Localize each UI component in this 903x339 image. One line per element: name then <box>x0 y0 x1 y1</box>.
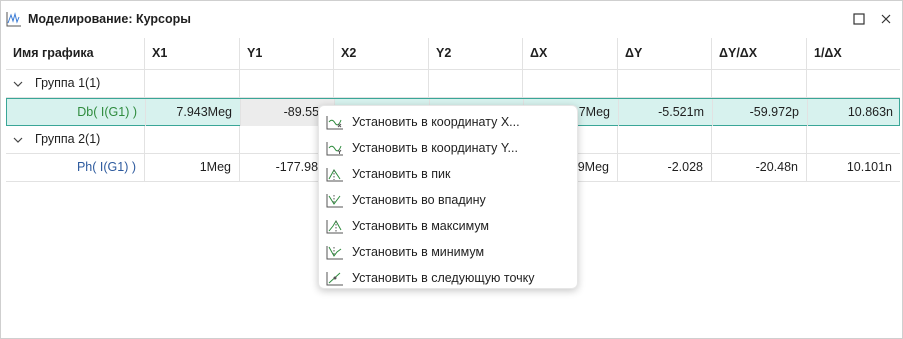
title-bar: Моделирование: Курсоры <box>1 1 902 37</box>
cell-graph-name: Ph( I(G1) ) <box>76 160 136 174</box>
valley-icon <box>326 194 343 208</box>
cell-x1: 1Meg <box>144 154 239 181</box>
app-chart-icon <box>6 12 21 27</box>
column-header-y2[interactable]: Y2 <box>428 38 522 69</box>
table-header: Имя графика X1 Y1 X2 Y2 ΔX ΔY ΔY/ΔX 1/ΔX <box>6 38 900 70</box>
cursor-context-menu: Установить в координату X... Установить … <box>318 105 578 289</box>
group-label: Группа 2(1) <box>35 132 101 146</box>
chevron-down-icon[interactable] <box>13 79 23 89</box>
minimum-icon <box>326 246 343 260</box>
menu-item-set-peak[interactable]: Установить в пик <box>319 161 577 187</box>
group-label: Группа 1(1) <box>35 76 101 90</box>
cell-x1: 7.943Meg <box>145 99 240 126</box>
cell-inv-dx: 10.101n <box>806 154 900 181</box>
group-row[interactable]: Группа 1(1) <box>6 70 900 98</box>
maximum-icon <box>326 220 343 234</box>
menu-item-set-next-point[interactable]: Установить в следующую точку <box>319 265 577 291</box>
menu-item-set-x[interactable]: Установить в координату X... <box>319 109 577 135</box>
menu-item-set-valley[interactable]: Установить во впадину <box>319 187 577 213</box>
close-icon[interactable] <box>878 11 894 27</box>
peak-icon <box>326 168 343 182</box>
cell-inv-dx: 10.863n <box>807 99 901 126</box>
cell-dy: -2.028 <box>617 154 711 181</box>
next-point-icon <box>326 272 343 286</box>
cell-dy: -5.521m <box>618 99 712 126</box>
cursor-y-icon <box>326 142 343 156</box>
menu-item-set-y[interactable]: Установить в координату Y... <box>319 135 577 161</box>
column-header-dydx[interactable]: ΔY/ΔX <box>711 38 806 69</box>
menu-item-set-min[interactable]: Установить в минимум <box>319 239 577 265</box>
column-header-y1[interactable]: Y1 <box>239 38 333 69</box>
column-header-x2[interactable]: X2 <box>333 38 428 69</box>
column-header-graph-name[interactable]: Имя графика <box>6 38 144 69</box>
column-header-x1[interactable]: X1 <box>144 38 239 69</box>
chevron-down-icon[interactable] <box>13 135 23 145</box>
maximize-icon[interactable] <box>851 11 867 27</box>
cell-graph-name: Db( I(G1) ) <box>77 105 137 119</box>
cell-dydx: -59.972p <box>712 99 807 126</box>
window-title: Моделирование: Курсоры <box>28 12 191 26</box>
cursor-x-icon <box>326 116 343 130</box>
menu-item-set-max[interactable]: Установить в максимум <box>319 213 577 239</box>
column-header-dy[interactable]: ΔY <box>617 38 711 69</box>
column-header-dx[interactable]: ΔX <box>522 38 617 69</box>
column-header-inv-dx[interactable]: 1/ΔX <box>806 38 900 69</box>
cell-dydx: -20.48n <box>711 154 806 181</box>
